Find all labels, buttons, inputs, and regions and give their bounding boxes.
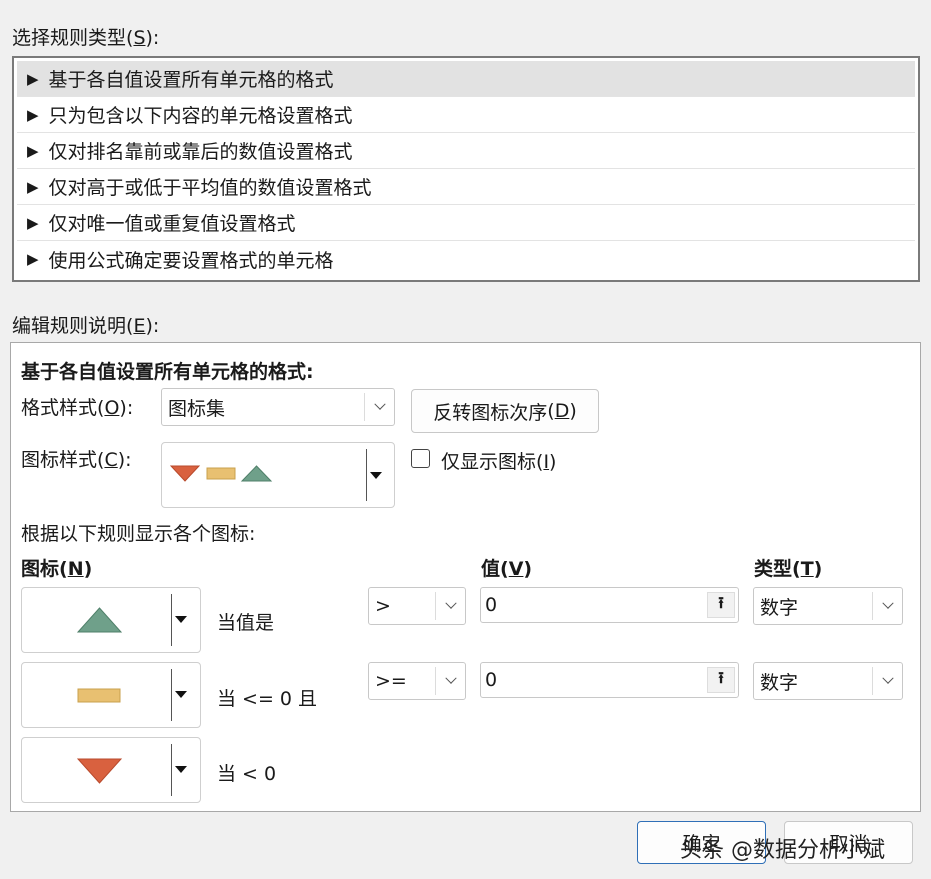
condition-text-row-1: 当值是	[217, 612, 275, 634]
chevron-down-icon	[435, 667, 465, 695]
dropdown-arrow-icon	[175, 766, 187, 773]
format-style-label: 格式样式(O):	[21, 397, 134, 419]
show-icon-only-checkbox[interactable]	[411, 449, 430, 468]
dropdown-arrow-icon	[370, 472, 382, 479]
green-triangle-up-icon	[240, 465, 273, 482]
type-select-row-2[interactable]: 数字	[753, 662, 903, 700]
rule-type-item[interactable]: ▶ 仅对高于或低于平均值的数值设置格式	[17, 169, 915, 205]
rule-type-heading: 选择规则类型(S):	[12, 27, 160, 49]
triangle-right-icon: ▶	[27, 105, 39, 124]
yellow-bar-icon	[206, 467, 236, 480]
rule-description-title: 基于各自值设置所有单元格的格式:	[21, 361, 314, 383]
triangle-right-icon: ▶	[27, 213, 39, 232]
icon-select-row-3[interactable]	[21, 737, 201, 803]
condition-text-row-2: 当 <= 0 且	[217, 688, 318, 710]
icon-set-preview	[170, 465, 273, 482]
column-header-value: 值(V)	[481, 558, 533, 580]
rule-type-item[interactable]: ▶ 只为包含以下内容的单元格设置格式	[17, 97, 915, 133]
condition-text-row-3: 当 < 0	[217, 763, 277, 785]
value-input-row-1[interactable]: 0 ⭱	[480, 587, 739, 623]
operator-select-row-1[interactable]: >	[368, 587, 466, 625]
chevron-down-icon	[364, 393, 394, 421]
dropdown-arrow-icon	[175, 691, 187, 698]
value-input-row-2[interactable]: 0 ⭱	[480, 662, 739, 698]
rule-type-item[interactable]: ▶ 使用公式确定要设置格式的单元格	[17, 241, 915, 277]
rule-type-item[interactable]: ▶ 基于各自值设置所有单元格的格式	[17, 61, 915, 97]
column-header-type: 类型(T)	[754, 558, 823, 580]
red-triangle-down-icon	[77, 758, 123, 784]
rule-type-item[interactable]: ▶ 仅对唯一值或重复值设置格式	[17, 205, 915, 241]
edit-rule-panel: 基于各自值设置所有单元格的格式: 格式样式(O): 图标集 反转图标次序(D) …	[10, 342, 921, 812]
triangle-right-icon: ▶	[27, 250, 39, 268]
icon-style-label: 图标样式(C):	[21, 449, 132, 471]
green-triangle-up-icon	[77, 607, 123, 633]
icon-select-row-2[interactable]	[21, 662, 201, 728]
red-triangle-down-icon	[170, 465, 201, 482]
icon-select-row-1[interactable]	[21, 587, 201, 653]
format-style-select[interactable]: 图标集	[161, 388, 395, 426]
chevron-down-icon	[872, 592, 902, 620]
operator-select-row-2[interactable]: >=	[368, 662, 466, 700]
dropdown-arrow-icon	[175, 616, 187, 623]
range-select-icon[interactable]: ⭱	[707, 667, 735, 693]
rules-caption: 根据以下规则显示各个图标:	[21, 523, 256, 545]
range-select-icon[interactable]: ⭱	[707, 592, 735, 618]
icon-style-select[interactable]	[161, 442, 395, 508]
type-select-row-1[interactable]: 数字	[753, 587, 903, 625]
rule-type-list[interactable]: ▶ 基于各自值设置所有单元格的格式 ▶ 只为包含以下内容的单元格设置格式 ▶ 仅对排名…	[12, 56, 920, 282]
yellow-bar-icon	[77, 688, 121, 703]
chevron-down-icon	[872, 667, 902, 695]
reverse-icon-order-button[interactable]: 反转图标次序(D)	[411, 389, 599, 433]
show-icon-only-label[interactable]: 仅显示图标(I)	[441, 447, 556, 474]
triangle-right-icon: ▶	[27, 177, 39, 196]
chevron-down-icon	[435, 592, 465, 620]
column-header-icon: 图标(N)	[21, 558, 93, 580]
triangle-right-icon: ▶	[27, 141, 39, 160]
triangle-right-icon: ▶	[27, 69, 39, 88]
edit-rule-heading: 编辑规则说明(E):	[12, 315, 160, 337]
watermark-text: 头条 @数据分析小斌	[680, 838, 885, 863]
rule-type-item[interactable]: ▶ 仅对排名靠前或靠后的数值设置格式	[17, 133, 915, 169]
